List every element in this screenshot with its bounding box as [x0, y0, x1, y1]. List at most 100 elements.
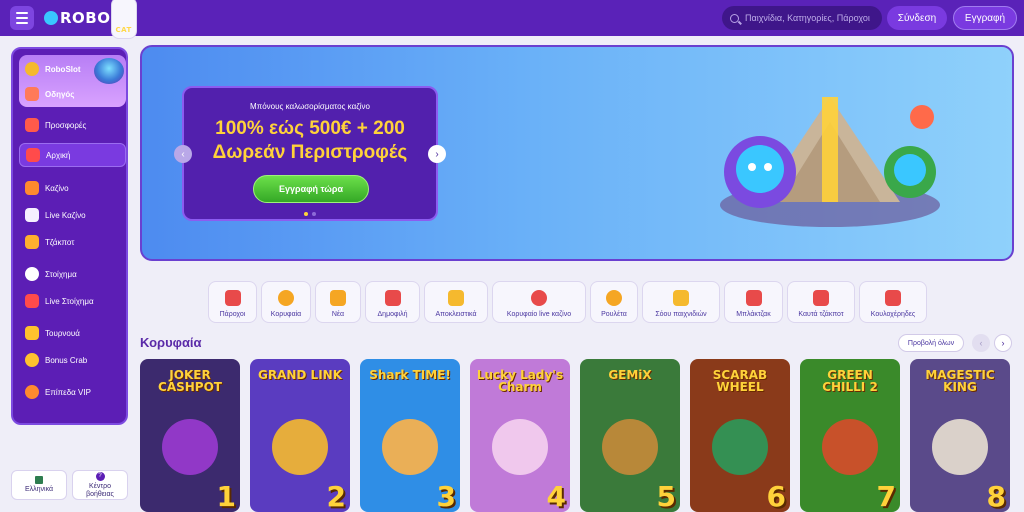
category-top[interactable]: Κορυφαία [261, 281, 311, 323]
category-roulette[interactable]: Ρουλέτα [590, 281, 638, 323]
login-button[interactable]: Σύνδεση [887, 6, 947, 30]
sidebar-item-label: Στοίχημα [45, 269, 77, 279]
sidebar-item-label: Live Καζίνο [45, 210, 86, 220]
sidebar-item-casino[interactable]: Καζίνο [19, 176, 126, 200]
game-card[interactable]: MAGESTIC KING 8 [910, 359, 1010, 512]
game-rank: 2 [326, 480, 346, 512]
category-new[interactable]: Νέα [315, 281, 361, 323]
chip-icon [531, 290, 547, 306]
games-next-button[interactable]: › [994, 334, 1012, 352]
guide-icon [25, 87, 39, 101]
sidebar-item-betting[interactable]: Στοίχημα [19, 262, 126, 286]
section-title-top: Κορυφαία [140, 335, 202, 350]
language-label: Ελληνικά [24, 486, 54, 493]
game-card[interactable]: GRAND LINK 2 [250, 359, 350, 512]
sidebar-item-jackpot[interactable]: Τζάκποτ [19, 230, 126, 254]
hamburger-menu-button[interactable] [10, 6, 34, 30]
sidebar-item-live-betting[interactable]: Live Στοίχημα [19, 289, 126, 313]
sidebar-item-home[interactable]: Αρχική [19, 143, 126, 167]
sidebar-item-vip[interactable]: Επίπεδα VIP [19, 380, 126, 404]
category-label: Καυτά τζάκποτ [798, 311, 844, 318]
category-label: Σόου παιχνιδιών [655, 311, 707, 318]
robot-logo-icon [44, 11, 58, 25]
welcome-bonus-card: Μπόνους καλωσορίσματος καζίνο 100% εώς 5… [182, 86, 438, 221]
category-game-shows[interactable]: Σόου παιχνιδιών [642, 281, 720, 323]
game-rank: 1 [216, 480, 236, 512]
sidebar-item-tournaments[interactable]: Τουρνουά [19, 321, 126, 345]
hot-jackpot-icon [813, 290, 829, 306]
game-title: JOKER CASHPOT [158, 368, 222, 394]
menu-line-icon [16, 22, 28, 24]
category-hot-jackpots[interactable]: Καυτά τζάκποτ [787, 281, 855, 323]
search-bar[interactable] [722, 6, 882, 30]
game-title: Shark TIME! [369, 368, 451, 382]
view-all-button[interactable]: Προβολή όλων [898, 334, 964, 352]
home-icon [26, 148, 40, 162]
sidebar-item-bonus-crab[interactable]: Bonus Crab [19, 348, 126, 372]
game-card[interactable]: GREEN CHILLI 2 7 [800, 359, 900, 512]
hero-banner[interactable]: Μπόνους καλωσορίσματος καζίνο 100% εώς 5… [140, 45, 1014, 261]
providers-icon [224, 290, 241, 306]
help-center-button[interactable]: ? Κέντρο βοήθειας [72, 470, 128, 500]
sidebar-item-label: Αρχική [46, 150, 71, 160]
game-card[interactable]: GEMiX 5 [580, 359, 680, 512]
game-title: GREEN CHILLI 2 [822, 368, 878, 394]
sidebar-item-roboslot[interactable]: RoboSlot [25, 62, 81, 76]
vip-icon [25, 385, 39, 399]
game-card[interactable]: JOKER CASHPOT 1 [140, 359, 240, 512]
language-selector[interactable]: Ελληνικά [11, 470, 67, 500]
category-exclusive[interactable]: Αποκλειστικά [424, 281, 488, 323]
category-label: Νέα [331, 311, 345, 318]
category-bar: Πάροχοι Κορυφαία Νέα Δημοφιλή Αποκλειστι… [208, 281, 927, 323]
bonus-headline-line2: Δωρεάν Περιστροφές [212, 142, 408, 163]
sidebar-item-label: Επίπεδα VIP [45, 387, 91, 397]
carousel-prev-button[interactable]: ‹ [174, 145, 192, 163]
live-bet-icon [25, 294, 39, 308]
category-popular[interactable]: Δημοφιλή [365, 281, 420, 323]
sidebar-item-label: Bonus Crab [45, 355, 88, 365]
game-art-image [602, 419, 658, 475]
sidebar-item-live-casino[interactable]: Live Καζίνο [19, 203, 126, 227]
carousel-dots [184, 212, 436, 216]
game-art-image [162, 419, 218, 475]
game-title: SCARAB WHEEL [712, 368, 768, 394]
category-providers[interactable]: Πάροχοι [208, 281, 257, 323]
search-icon [730, 13, 739, 23]
sidebar-item-label: Τζάκποτ [45, 237, 75, 247]
bonus-subtitle: Μπόνους καλωσορίσματος καζίνο [250, 102, 370, 111]
category-label: Αποκλειστικά [435, 311, 477, 318]
jackpot-icon [25, 235, 39, 249]
sidebar-item-guide[interactable]: Οδηγός [25, 87, 74, 101]
game-card[interactable]: Shark TIME! 3 [360, 359, 460, 512]
register-button[interactable]: Εγγραφή [953, 6, 1017, 30]
game-title: MAGESTIC KING [925, 368, 995, 394]
category-label: Κουλοχέρηδες [870, 311, 916, 318]
carousel-dot-active[interactable] [304, 212, 308, 216]
slot-coin-icon [25, 62, 39, 76]
robocat-logo[interactable]: ROBO CAT [44, 0, 137, 39]
game-title: GEMiX [608, 368, 652, 382]
category-slots[interactable]: Κουλοχέρηδες [859, 281, 927, 323]
register-now-button[interactable]: Εγγραφή τώρα [253, 175, 369, 203]
sidebar-item-offers[interactable]: Προσφορές [19, 113, 126, 137]
help-label-line1: Κέντρο [89, 482, 111, 490]
games-prev-button[interactable]: ‹ [972, 334, 990, 352]
carousel-dot[interactable] [312, 212, 316, 216]
game-card[interactable]: SCARAB WHEEL 6 [690, 359, 790, 512]
exclusive-icon [448, 290, 464, 306]
help-icon: ? [95, 471, 105, 481]
game-art-image [712, 419, 768, 475]
search-input[interactable] [745, 13, 874, 23]
category-blackjack[interactable]: Μπλάκτζακ [724, 281, 783, 323]
category-top-live-casino[interactable]: Κορυφαίο live καζίνο [492, 281, 586, 323]
game-card[interactable]: Lucky Lady's Charm 4 [470, 359, 570, 512]
sidebar-promo-card[interactable]: RoboSlot Οδηγός [19, 55, 126, 107]
game-title: Lucky Lady's Charm [476, 368, 564, 394]
game-art-image [492, 419, 548, 475]
roulette-icon [606, 290, 622, 306]
sidebar-item-label: RoboSlot [45, 64, 81, 74]
carousel-next-button[interactable]: › [428, 145, 446, 163]
game-art-image [382, 419, 438, 475]
ball-icon [25, 267, 39, 281]
category-label: Μπλάκτζακ [736, 311, 771, 318]
